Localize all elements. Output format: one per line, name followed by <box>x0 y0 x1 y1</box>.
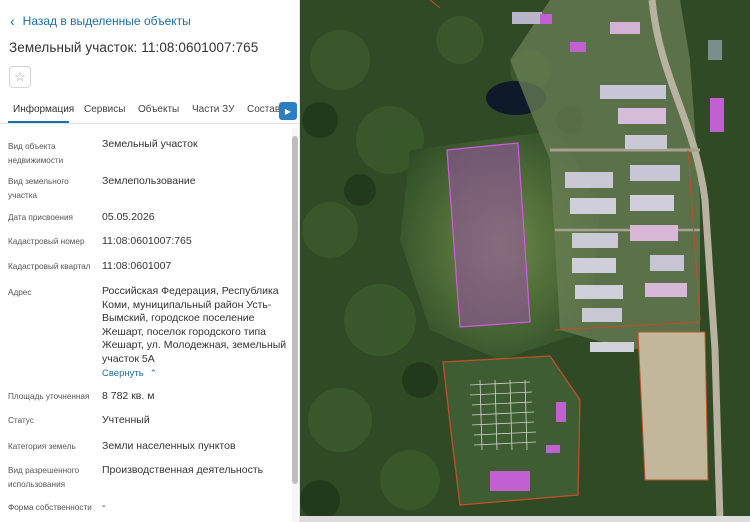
chevron-right-icon: ▶ <box>284 106 292 116</box>
field-label: Адрес <box>8 288 32 297</box>
field-value: 8 782 кв. м <box>102 390 155 402</box>
favorite-button[interactable]: ☆ <box>9 66 31 88</box>
building <box>556 402 566 422</box>
page-title: Земельный участок: 11:08:0601007:765 <box>9 40 259 55</box>
tab-parts[interactable]: Части ЗУ <box>192 104 234 115</box>
info-panel: ‹ Назад в выделенные объекты Земельный у… <box>0 0 300 522</box>
active-tab-indicator <box>8 121 69 123</box>
field-value: Земельный участок <box>102 138 198 150</box>
map-canvas <box>300 0 750 522</box>
field-label: Площадь уточненная <box>8 392 90 401</box>
field-label: Кадастровый квартал <box>8 262 91 271</box>
field-value: 11:08:0601007 <box>102 260 172 272</box>
tab-information[interactable]: Информация <box>13 104 74 115</box>
tab-services[interactable]: Сервисы <box>84 104 125 115</box>
scrollbar-thumb[interactable] <box>292 136 298 484</box>
address-value: Российская Федерация, Республика Коми, м… <box>102 285 287 365</box>
field-label: Вид земельного участка <box>8 177 69 200</box>
collapse-label: Свернуть <box>102 368 144 379</box>
field-label: Категория земель <box>8 442 76 451</box>
field-value: Землепользование <box>102 175 196 187</box>
back-link[interactable]: ‹ Назад в выделенные объекты <box>10 14 191 28</box>
tab-objects[interactable]: Объекты <box>138 104 179 115</box>
field-value: - <box>102 500 106 512</box>
map-bottom-bar <box>300 516 750 522</box>
sandy-lot[interactable] <box>637 331 709 481</box>
tab-composition[interactable]: Состав <box>247 104 280 115</box>
field-label: Вид разрешенного использования <box>8 466 80 489</box>
building <box>490 471 530 491</box>
building <box>546 445 560 453</box>
field-value: 05.05.2026 <box>102 211 155 223</box>
field-value: Учтенный <box>102 414 150 426</box>
tabs-next-button[interactable]: ▶ <box>279 102 297 120</box>
field-label: Дата присвоения <box>8 213 73 222</box>
field-value: Земли населенных пунктов <box>102 440 236 452</box>
chevron-up-icon: ⌃ <box>149 368 158 378</box>
back-link-label: Назад в выделенные объекты <box>22 14 191 28</box>
field-label: Вид объекта недвижимости <box>8 142 64 165</box>
chevron-left-icon: ‹ <box>10 13 15 29</box>
star-icon: ☆ <box>14 69 26 84</box>
field-label: Кадастровый номер <box>8 237 85 246</box>
field-value: 11:08:0601007:765 <box>102 235 192 247</box>
field-label: Статус <box>8 416 34 425</box>
collapse-link[interactable]: Свернуть ⌃ <box>102 368 157 379</box>
selected-parcel[interactable] <box>446 142 531 328</box>
tab-bar: Информация Сервисы Объекты Части ЗУ Сост… <box>0 98 299 124</box>
satellite-map[interactable] <box>300 0 750 522</box>
field-value: Производственная деятельность <box>102 464 264 476</box>
field-label: Форма собственности <box>8 503 92 512</box>
